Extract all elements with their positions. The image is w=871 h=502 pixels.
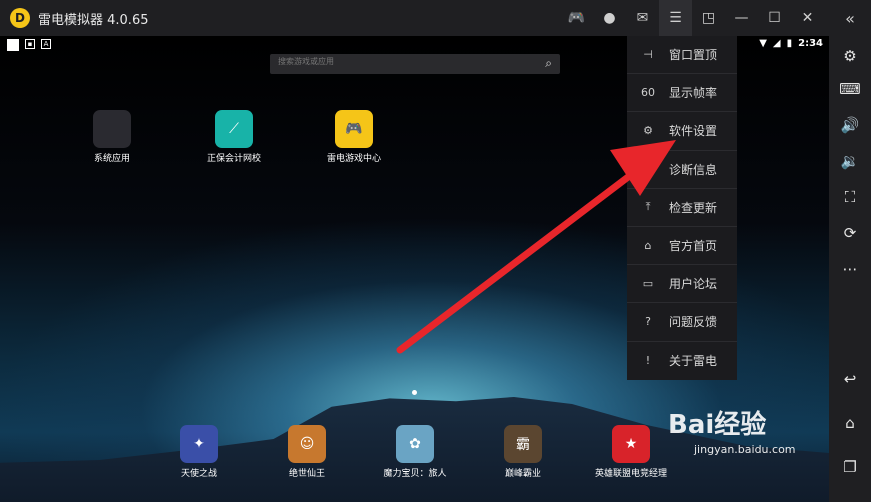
home-icon[interactable]: ⌂ xyxy=(829,408,871,438)
watermark-url: jingyan.baidu.com xyxy=(694,443,796,456)
recent-apps-icon[interactable]: ❐ xyxy=(829,452,871,482)
keyboard-icon[interactable]: ⌨ xyxy=(829,74,871,104)
volume-down-icon[interactable]: 🔉 xyxy=(829,146,871,176)
rotate-icon[interactable]: ⟳ xyxy=(829,218,871,248)
right-toolbar: ⚙ ⌨ 🔊 🔉 ⛶ ⟳ ⋯ ↩ ⌂ ❐ xyxy=(829,36,871,502)
settings-gear-icon[interactable]: ⚙ xyxy=(829,41,871,71)
fullscreen-icon[interactable]: ⛶ xyxy=(829,182,871,212)
watermark-text: Bai经验 xyxy=(668,410,767,440)
more-icon[interactable]: ⋯ xyxy=(829,254,871,284)
baidu-jingyan-watermark: Bai经验 jingyan.baidu.com xyxy=(668,404,796,456)
volume-up-icon[interactable]: 🔊 xyxy=(829,110,871,140)
back-icon[interactable]: ↩ xyxy=(829,364,871,394)
